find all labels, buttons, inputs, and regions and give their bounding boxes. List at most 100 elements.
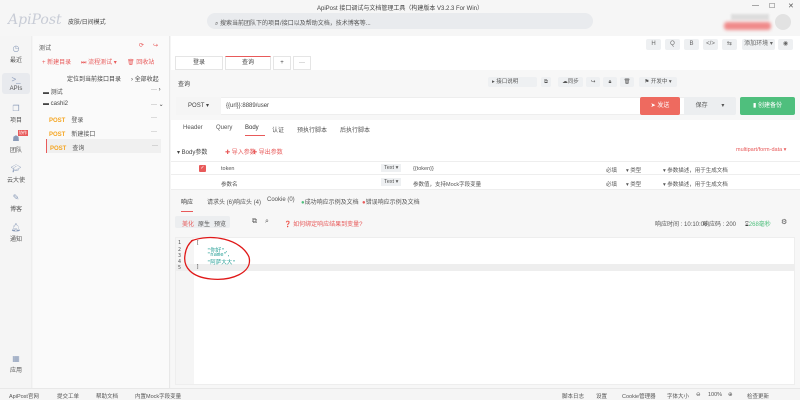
nav-ambassador[interactable]: 🎓︎ 云大使	[2, 164, 30, 184]
view-raw[interactable]: 原生	[198, 219, 210, 228]
copy-icon[interactable]: ⧉	[541, 77, 551, 87]
resp-tab-req-headers[interactable]: 请求头 (6)	[207, 197, 234, 206]
edit-icon: ✎	[12, 193, 20, 202]
global-search-input[interactable]: ⌕ 搜索当前团队下的项目/接口以及帮助文档，技术博客等...	[207, 13, 593, 29]
flow-test-button[interactable]: ⏭ 流程测试 ▾	[81, 57, 117, 67]
tab-login[interactable]: 登录	[175, 56, 223, 70]
settings-button[interactable]: 设置	[596, 392, 607, 400]
close-button[interactable]: ✕	[788, 2, 794, 10]
resp-tab-resp-headers[interactable]: 响应头 (4)	[234, 197, 261, 206]
subtab-pre-script[interactable]: 预执行脚本	[297, 125, 327, 134]
mock-vars-link[interactable]: 内置Mock字段变量	[135, 392, 181, 400]
refresh-icon[interactable]: ⟳	[139, 42, 144, 49]
tree-folder[interactable]: ▬ 测试 ··· ›	[43, 87, 171, 96]
subtab-query[interactable]: Query	[216, 125, 232, 131]
trash-icon[interactable]: 🗑︎	[620, 77, 634, 87]
resp-tab-cookie[interactable]: Cookie (0)	[267, 197, 295, 203]
toolbar-b-button[interactable]: B	[684, 39, 699, 50]
font-increase-button[interactable]: ⊕	[728, 392, 733, 398]
status-select[interactable]: ⚑ 开发中 ▾	[639, 77, 677, 87]
font-decrease-button[interactable]: ⊖	[696, 392, 701, 398]
subtab-header[interactable]: Header	[183, 125, 203, 131]
minimize-button[interactable]: —	[752, 2, 759, 9]
avatar[interactable]	[775, 14, 791, 30]
website-link[interactable]: ApiPost官网	[9, 392, 39, 400]
param-desc[interactable]: ▾ 参数描述，用于生成文档	[663, 166, 728, 174]
toolbar-swap-button[interactable]: ⇆	[722, 39, 737, 50]
response-editor[interactable]: 1 2 3 4 5 [ "你好", "name", "阿萨大大" ]	[175, 236, 795, 385]
share-icon[interactable]: ↪	[153, 42, 158, 49]
maximize-button[interactable]: ☐	[769, 2, 775, 10]
send-button[interactable]: ➤ 发送	[640, 97, 680, 115]
nav-notify[interactable]: 🔔︎ 通知	[2, 223, 30, 243]
recycle-button[interactable]: 🗑︎ 回收站	[127, 57, 154, 66]
copy-icon[interactable]: ⧉	[252, 218, 257, 226]
response-code: 响应码 : 200	[703, 222, 737, 228]
param-type-select[interactable]: Text ▾	[381, 178, 402, 186]
chevron-down-icon[interactable]: ▾	[721, 103, 724, 109]
tree-api-item[interactable]: POST 登录 ···	[49, 115, 177, 124]
nav-apis[interactable]: >_ APIs	[2, 73, 30, 94]
method-select[interactable]: POST ▾	[176, 97, 221, 115]
body-params-toggle[interactable]: ▾ Body参数	[177, 147, 207, 156]
param-key[interactable]: token	[221, 166, 234, 172]
param-value[interactable]: 参数值，支持Mock字段变量	[413, 180, 481, 188]
terminal-icon: >_	[11, 75, 21, 84]
view-preview[interactable]: 预览	[214, 219, 226, 228]
share-icon[interactable]: ↪	[586, 77, 600, 87]
toolbar-q-button[interactable]: Q	[665, 39, 680, 50]
collapse-all-button[interactable]: › 全部收起	[131, 74, 159, 83]
subtab-body[interactable]: Body	[245, 125, 265, 136]
tree-api-item[interactable]: POST 新建接口 ···	[49, 129, 177, 138]
api-doc-button[interactable]: ▸ 接口说明	[488, 77, 537, 87]
param-required[interactable]: 必填	[606, 180, 617, 188]
nav-team[interactable]: ☗ 团队 协作	[2, 130, 30, 154]
active-line	[176, 264, 794, 271]
nav-recent[interactable]: ◷ 最近	[2, 44, 30, 64]
nav-apps[interactable]: ▦ 应用	[2, 354, 30, 374]
toolbar-h-button[interactable]: H	[646, 39, 661, 50]
locate-button[interactable]: 定位到当前接口目录	[67, 74, 121, 83]
env-select[interactable]: 添加环境 ▾	[742, 39, 775, 50]
check-update-button[interactable]: 检查更新	[747, 392, 769, 400]
param-type-select[interactable]: Text ▾	[381, 164, 402, 172]
create-backup-button[interactable]: ▮ 创建备份	[740, 97, 795, 115]
param-value[interactable]: {{token}}	[413, 166, 434, 172]
sync-button[interactable]: ☁同步	[558, 77, 583, 87]
more-tabs-button[interactable]: ···	[293, 56, 311, 70]
param-required[interactable]: 必填	[606, 166, 617, 174]
settings-icon[interactable]: ⚙	[781, 218, 787, 226]
bind-variable-help-link[interactable]: ❓ 如何绑定响应结果到变量?	[284, 219, 362, 228]
view-pretty[interactable]: 美化	[182, 219, 194, 228]
subtab-post-script[interactable]: 后执行脚本	[340, 125, 370, 134]
toolbar-code-button[interactable]: </>	[703, 39, 718, 50]
save-button[interactable]: 保存 ▾	[684, 97, 736, 115]
add-tab-button[interactable]: +	[273, 56, 291, 70]
nav-blog[interactable]: ✎ 博客	[2, 193, 30, 213]
param-vtype[interactable]: ▾ 类型	[626, 166, 641, 174]
export-params-button[interactable]: ✚ 导出参数	[252, 147, 283, 156]
lock-icon[interactable]: 🔒︎	[603, 77, 617, 87]
content-type-select[interactable]: multipart/form-data ▾	[736, 147, 786, 153]
param-vtype[interactable]: ▾ 类型	[626, 180, 641, 188]
url-input[interactable]: {{url}}:8889/user	[226, 103, 269, 109]
new-dir-button[interactable]: + 新建目录	[42, 57, 71, 66]
theme-toggle[interactable]: 皮肤/日间模式	[68, 17, 106, 26]
search-icon[interactable]: ⌕	[265, 218, 269, 226]
script-log-button[interactable]: 脚本日志	[562, 392, 584, 400]
resp-tab-response[interactable]: 响应	[181, 197, 194, 212]
tree-api-item-active[interactable]: POST 查询 ···	[46, 139, 161, 153]
tree-folder[interactable]: ▬ cashi2 ··· ⌄	[43, 101, 171, 108]
resp-tab-error-example[interactable]: ●错误响应示例及文档	[362, 197, 420, 206]
ticket-link[interactable]: 提交工单	[57, 392, 79, 400]
eye-icon[interactable]: ◉	[778, 39, 793, 50]
subtab-auth[interactable]: 认证	[272, 125, 284, 134]
param-key[interactable]: 参数名	[221, 180, 238, 188]
tab-query[interactable]: 查询	[225, 56, 271, 70]
param-desc[interactable]: ▾ 参数描述，用于生成文档	[663, 180, 728, 188]
resp-tab-success-example[interactable]: ●成功响应示例及文档	[301, 197, 359, 206]
nav-project[interactable]: ❐ 项目	[2, 104, 30, 124]
cookie-manager-button[interactable]: Cookie管理器	[622, 392, 656, 400]
param-checkbox[interactable]: ✓	[199, 165, 206, 172]
help-docs-link[interactable]: 帮助文档	[96, 392, 118, 400]
